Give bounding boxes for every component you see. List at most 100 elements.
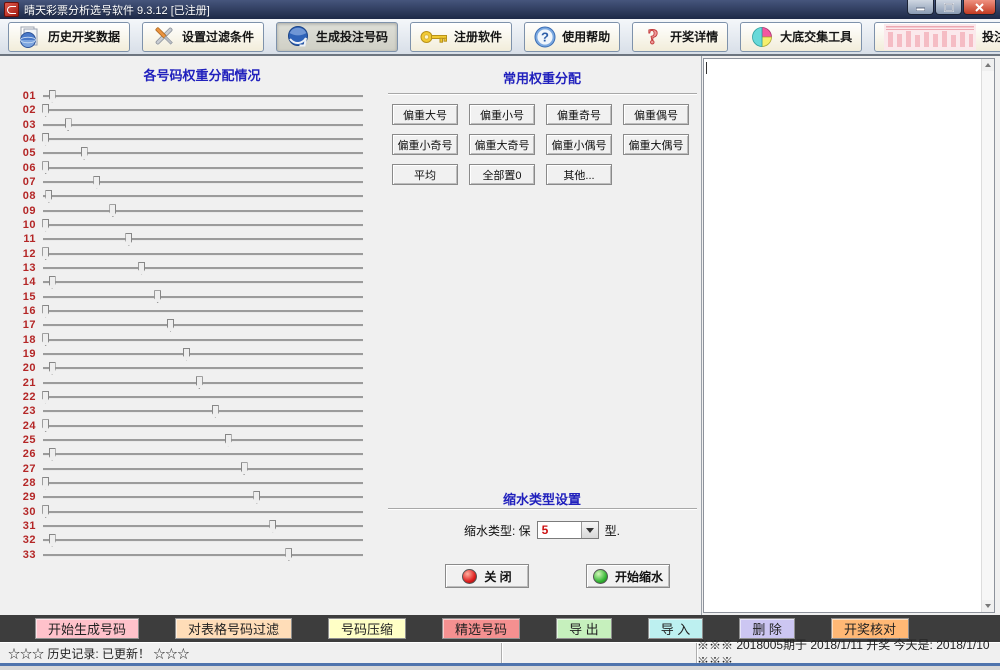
weight-slider[interactable]: [43, 376, 363, 390]
preset-button-9[interactable]: 平均: [392, 164, 458, 185]
toolbar-button-2[interactable]: 设置过滤条件: [142, 22, 264, 52]
weight-slider[interactable]: [43, 146, 363, 160]
toolbar-button-4[interactable]: 注册软件: [410, 22, 512, 52]
maximize-button[interactable]: [935, 0, 962, 15]
weight-slider[interactable]: [43, 419, 363, 433]
weight-slider[interactable]: [43, 304, 363, 318]
preset-button-2[interactable]: 偏重小号: [469, 104, 535, 125]
slider-thumb[interactable]: [42, 305, 49, 318]
bottom-button-1[interactable]: 开始生成号码: [35, 618, 139, 639]
weight-slider[interactable]: [43, 361, 363, 375]
bottom-button-2[interactable]: 对表格号码过滤: [175, 618, 292, 639]
close-dialog-button[interactable]: 关 闭: [445, 564, 529, 588]
slider-thumb[interactable]: [81, 147, 88, 160]
weight-slider[interactable]: [43, 232, 363, 246]
weight-slider[interactable]: [43, 103, 363, 117]
slider-thumb[interactable]: [49, 362, 56, 375]
weight-slider[interactable]: [43, 161, 363, 175]
slider-thumb[interactable]: [42, 219, 49, 232]
toolbar-button-3[interactable]: 生成投注号码: [276, 22, 398, 52]
weight-slider[interactable]: [43, 390, 363, 404]
weight-slider[interactable]: [43, 175, 363, 189]
dropdown-arrow-icon[interactable]: [581, 522, 598, 538]
slider-thumb[interactable]: [42, 333, 49, 346]
preset-button-6[interactable]: 偏重大奇号: [469, 134, 535, 155]
close-button[interactable]: [963, 0, 996, 15]
weight-slider[interactable]: [43, 132, 363, 146]
weight-slider[interactable]: [43, 189, 363, 203]
weight-slider[interactable]: [43, 447, 363, 461]
slider-thumb[interactable]: [42, 391, 49, 404]
slider-thumb[interactable]: [45, 190, 52, 203]
weight-slider[interactable]: [43, 333, 363, 347]
weight-slider[interactable]: [43, 476, 363, 490]
slider-thumb[interactable]: [212, 405, 219, 418]
slider-thumb[interactable]: [225, 434, 232, 447]
weight-slider[interactable]: [43, 247, 363, 261]
slider-thumb[interactable]: [42, 133, 49, 146]
toolbar-button-7[interactable]: 大底交集工具: [740, 22, 862, 52]
scroll-down-button[interactable]: [982, 600, 994, 612]
slider-thumb[interactable]: [42, 104, 49, 117]
slider-thumb[interactable]: [42, 247, 49, 260]
weight-slider[interactable]: [43, 505, 363, 519]
slider-thumb[interactable]: [49, 448, 56, 461]
slider-thumb[interactable]: [42, 505, 49, 518]
preset-button-5[interactable]: 偏重小奇号: [392, 134, 458, 155]
weight-slider[interactable]: [43, 548, 363, 562]
weight-slider[interactable]: [43, 318, 363, 332]
slider-thumb[interactable]: [42, 419, 49, 432]
weight-slider[interactable]: [43, 218, 363, 232]
weight-slider[interactable]: [43, 462, 363, 476]
start-shrink-button[interactable]: 开始缩水: [586, 564, 670, 588]
preset-button-8[interactable]: 偏重大偶号: [623, 134, 689, 155]
slider-thumb[interactable]: [49, 534, 56, 547]
bottom-button-6[interactable]: 导 入: [648, 618, 704, 639]
toolbar-button-1[interactable]: 历史开奖数据: [8, 22, 130, 52]
slider-thumb[interactable]: [65, 118, 72, 131]
preset-button-4[interactable]: 偏重偶号: [623, 104, 689, 125]
bottom-button-3[interactable]: 号码压缩: [328, 618, 406, 639]
weight-slider[interactable]: [43, 347, 363, 361]
preset-button-10[interactable]: 全部置0: [469, 164, 535, 185]
preset-button-1[interactable]: 偏重大号: [392, 104, 458, 125]
slider-thumb[interactable]: [285, 548, 292, 561]
toolbar-button-5[interactable]: ?使用帮助: [524, 22, 620, 52]
slider-thumb[interactable]: [196, 376, 203, 389]
slider-thumb[interactable]: [49, 276, 56, 289]
weight-slider[interactable]: [43, 118, 363, 132]
results-list[interactable]: [703, 58, 995, 613]
slider-thumb[interactable]: [49, 90, 56, 103]
weight-slider[interactable]: [43, 519, 363, 533]
preset-button-3[interactable]: 偏重奇号: [546, 104, 612, 125]
vertical-scrollbar[interactable]: [981, 59, 994, 612]
slider-thumb[interactable]: [154, 290, 161, 303]
weight-slider[interactable]: [43, 433, 363, 447]
weight-slider[interactable]: [43, 490, 363, 504]
slider-thumb[interactable]: [183, 348, 190, 361]
slider-thumb[interactable]: [125, 233, 132, 246]
weight-slider[interactable]: [43, 533, 363, 547]
slider-thumb[interactable]: [42, 477, 49, 490]
weight-slider[interactable]: [43, 290, 363, 304]
weight-slider[interactable]: [43, 261, 363, 275]
slider-thumb[interactable]: [241, 462, 248, 475]
weight-slider[interactable]: [43, 404, 363, 418]
toolbar-button-6[interactable]: ?开奖详情: [632, 22, 728, 52]
slider-thumb[interactable]: [253, 491, 260, 504]
slider-thumb[interactable]: [138, 262, 145, 275]
slider-thumb[interactable]: [167, 319, 174, 332]
bottom-button-4[interactable]: 精选号码: [442, 618, 520, 639]
weight-slider[interactable]: [43, 204, 363, 218]
preset-button-11[interactable]: 其他...: [546, 164, 612, 185]
bottom-button-5[interactable]: 导 出: [556, 618, 612, 639]
weight-slider[interactable]: [43, 275, 363, 289]
slider-thumb[interactable]: [269, 520, 276, 533]
minimize-button[interactable]: [907, 0, 934, 15]
toolbar-button-8[interactable]: 投注单打印: [874, 22, 1000, 52]
shrink-type-dropdown[interactable]: 5: [537, 521, 599, 539]
slider-thumb[interactable]: [109, 204, 116, 217]
preset-button-7[interactable]: 偏重小偶号: [546, 134, 612, 155]
slider-thumb[interactable]: [93, 176, 100, 189]
scroll-up-button[interactable]: [982, 59, 994, 71]
